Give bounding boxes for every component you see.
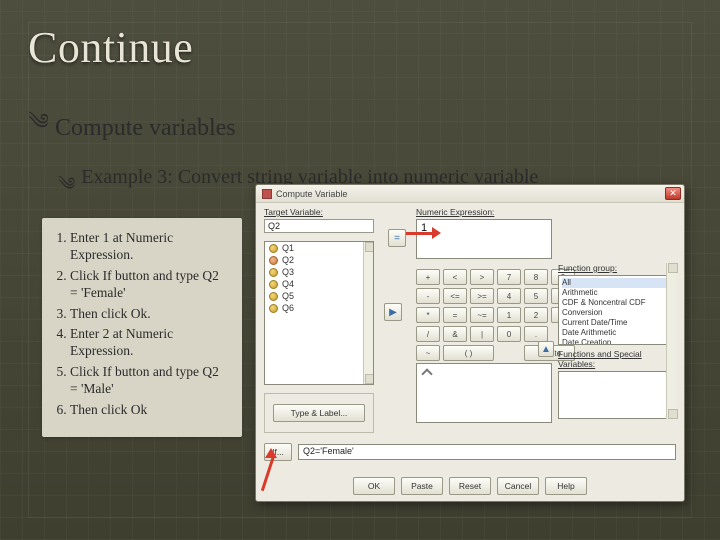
keypad-button[interactable]: <=: [443, 288, 467, 304]
variable-list-item[interactable]: Q3: [265, 266, 373, 278]
keypad-button[interactable]: -: [416, 288, 440, 304]
keypad-button[interactable]: 5: [524, 288, 548, 304]
variable-name: Q5: [282, 291, 294, 301]
variable-list-item[interactable]: Q5: [265, 290, 373, 302]
function-group-list[interactable]: AllArithmeticCDF & Noncentral CDFConvers…: [558, 275, 676, 345]
target-variable-label: Target Variable:: [264, 207, 323, 217]
transfer-right-button[interactable]: ▶: [384, 303, 402, 321]
keypad-button[interactable]: 8: [524, 269, 548, 285]
step-item: Click If button and type Q2 = 'Female': [70, 268, 228, 302]
variable-name: Q2: [282, 255, 294, 265]
function-group-label: Function group:: [558, 263, 676, 273]
variable-list-item[interactable]: Q2: [265, 254, 373, 266]
source-variable-list[interactable]: Q1 Q2 Q3 Q4 Q5 Q6: [264, 241, 374, 385]
dialog-titlebar[interactable]: Compute Variable ✕: [256, 185, 684, 203]
reset-button[interactable]: Reset: [449, 477, 491, 495]
nominal-var-icon: [269, 244, 278, 253]
numeric-expression-input[interactable]: 1: [416, 219, 552, 259]
keypad-button[interactable]: 4: [497, 288, 521, 304]
keypad-button[interactable]: *: [416, 307, 440, 323]
function-description-area: [416, 363, 552, 423]
dialog-button-row: OK Paste Reset Cancel Help: [256, 477, 684, 495]
type-label-group: Type & Label...: [264, 393, 374, 433]
keypad-button[interactable]: ~: [416, 345, 440, 361]
close-button[interactable]: ✕: [665, 187, 681, 200]
if-condition-row: If... Q2='Female': [264, 441, 676, 463]
steps-callout: Enter 1 at Numeric Expression. Click If b…: [42, 218, 242, 437]
paste-button[interactable]: Paste: [401, 477, 443, 495]
numeric-expression-label: Numeric Expression:: [416, 207, 494, 217]
step-item: Enter 2 at Numeric Expression.: [70, 326, 228, 360]
variable-name: Q1: [282, 243, 294, 253]
nominal-var-icon: [269, 292, 278, 301]
function-group-item[interactable]: Conversion: [562, 308, 672, 318]
if-condition-field[interactable]: Q2='Female': [298, 444, 676, 460]
equals-indicator: =: [388, 229, 406, 247]
insert-function-up-button[interactable]: ▲: [538, 341, 554, 357]
function-group-item[interactable]: Date Creation: [562, 338, 672, 345]
step-item: Click If button and type Q2 = 'Male': [70, 364, 228, 398]
variable-list-item[interactable]: Q1: [265, 242, 373, 254]
keypad-button[interactable]: &: [443, 326, 467, 342]
type-and-label-button[interactable]: Type & Label...: [273, 404, 365, 422]
steps-list: Enter 1 at Numeric Expression. Click If b…: [70, 230, 228, 419]
nominal-var-icon: [269, 304, 278, 313]
keypad-button[interactable]: |: [470, 326, 494, 342]
keypad-button[interactable]: =: [443, 307, 467, 323]
scrollbar-vertical[interactable]: [363, 242, 373, 384]
functions-list[interactable]: [558, 371, 676, 419]
nominal-var-icon: [269, 280, 278, 289]
app-icon: [262, 189, 272, 199]
step-item: Then click Ok.: [70, 306, 228, 323]
keypad-button[interactable]: ( ): [443, 345, 494, 361]
titlebar-left: Compute Variable: [262, 189, 347, 199]
functions-label: Functions and Special Variables:: [558, 349, 676, 369]
function-panel: Function group: AllArithmeticCDF & Nonce…: [558, 263, 676, 419]
variable-name: Q6: [282, 303, 294, 313]
keypad-button[interactable]: .: [524, 326, 548, 342]
keypad-button[interactable]: >=: [470, 288, 494, 304]
variable-name: Q3: [282, 267, 294, 277]
variable-list-item[interactable]: Q4: [265, 278, 373, 290]
function-group-item[interactable]: CDF & Noncentral CDF: [562, 298, 672, 308]
dialog-title: Compute Variable: [276, 189, 347, 199]
keypad-button[interactable]: <: [443, 269, 467, 285]
keypad-button[interactable]: /: [416, 326, 440, 342]
keypad-button[interactable]: ~=: [470, 307, 494, 323]
help-button[interactable]: Help: [545, 477, 587, 495]
keypad-button[interactable]: 2: [524, 307, 548, 323]
keypad-button[interactable]: 7: [497, 269, 521, 285]
slide: Continue ༄ Compute variables ༄ Example 3…: [0, 0, 720, 540]
variable-name: Q4: [282, 279, 294, 289]
step-item: Then click Ok: [70, 402, 228, 419]
keypad-button[interactable]: >: [470, 269, 494, 285]
variable-list-item[interactable]: Q6: [265, 302, 373, 314]
cancel-button[interactable]: Cancel: [497, 477, 539, 495]
ok-button[interactable]: OK: [353, 477, 395, 495]
nominal-var-icon: [269, 268, 278, 277]
compute-variable-dialog: Compute Variable ✕ Target Variable: Q2 =…: [255, 184, 685, 502]
target-variable-input[interactable]: Q2: [264, 219, 374, 233]
function-group-item[interactable]: Date Arithmetic: [562, 328, 672, 338]
step-item: Enter 1 at Numeric Expression.: [70, 230, 228, 264]
function-group-item[interactable]: Arithmetic: [562, 288, 672, 298]
scale-var-icon: [269, 256, 278, 265]
function-group-item[interactable]: Current Date/Time: [562, 318, 672, 328]
function-group-item[interactable]: All: [562, 278, 672, 288]
dialog-body: Target Variable: Q2 = Numeric Expression…: [256, 203, 684, 501]
keypad-button[interactable]: +: [416, 269, 440, 285]
keypad-button[interactable]: 0: [497, 326, 521, 342]
scrollbar-vertical[interactable]: [666, 263, 676, 419]
keypad-button[interactable]: 1: [497, 307, 521, 323]
